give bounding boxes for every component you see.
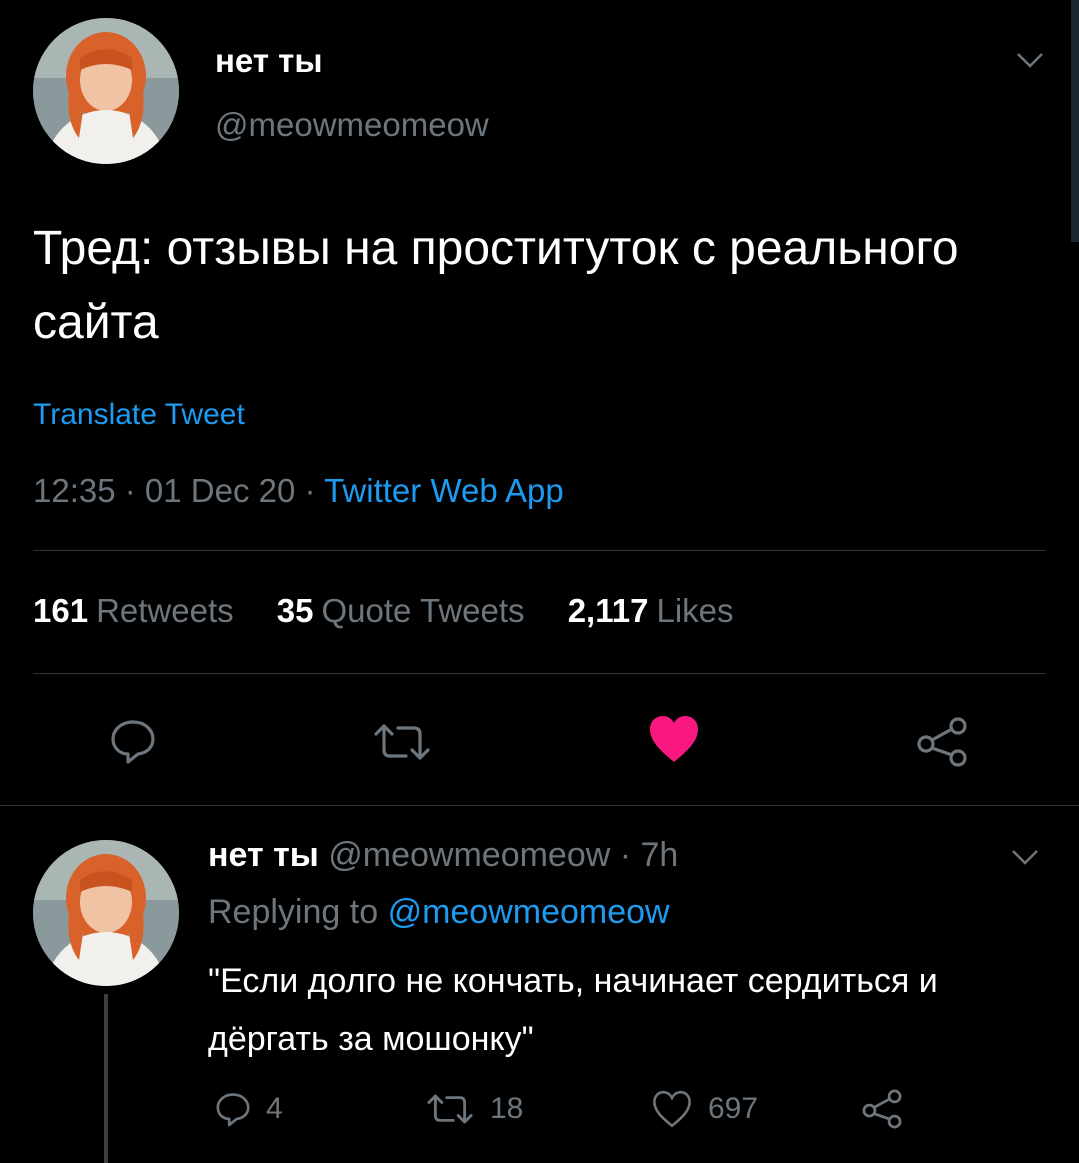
chevron-down-icon[interactable] [1015, 50, 1045, 70]
tweet-stats: 161 Retweets 35 Quote Tweets 2,117 Likes [33, 592, 768, 630]
translate-tweet-link[interactable]: Translate Tweet [33, 398, 245, 432]
divider [0, 805, 1079, 806]
chevron-down-icon[interactable] [1010, 847, 1040, 867]
tweet-page: нет ты @meowmeomeow Тред: отзывы на прос… [0, 0, 1079, 1163]
reply-icon[interactable] [108, 716, 158, 766]
reply-like-button[interactable]: 697 [650, 1090, 758, 1128]
tweet-meta: 12:35 · 01 Dec 20 · Twitter Web App [33, 472, 564, 510]
retweets-stat[interactable]: 161 Retweets [33, 592, 234, 629]
share-icon [862, 1089, 902, 1129]
reply-retweet-button[interactable]: 18 [424, 1090, 523, 1128]
reply-author-avatar[interactable] [33, 840, 179, 986]
header-separator: · [610, 836, 641, 874]
scrollbar[interactable] [1071, 0, 1079, 242]
replying-prefix: Replying to [208, 893, 379, 931]
reply-header: нет ты @meowmeomeow · 7h [208, 836, 678, 875]
retweet-icon [427, 1094, 473, 1124]
author-avatar[interactable] [33, 18, 179, 164]
thread-connector [104, 994, 108, 1163]
replying-to-mention[interactable]: @meowmeomeow [388, 893, 670, 931]
like-icon-filled[interactable] [648, 714, 700, 764]
reply-icon [216, 1093, 250, 1127]
retweet-icon[interactable] [370, 720, 434, 764]
tweet-time[interactable]: 12:35 [33, 472, 116, 509]
reply-text: "Если долго не кончать, начинает сердить… [208, 962, 938, 1058]
like-count: 697 [708, 1092, 759, 1125]
reply-age[interactable]: 7h [641, 836, 679, 874]
retweet-count: 18 [490, 1092, 524, 1125]
reply-author-handle[interactable]: @meowmeomeow [328, 836, 610, 874]
quote-tweets-stat[interactable]: 35 Quote Tweets [277, 592, 525, 629]
divider [33, 550, 1046, 551]
reply-count: 4 [266, 1092, 283, 1125]
author-display-name[interactable]: нет ты [215, 42, 323, 80]
author-handle[interactable]: @meowmeomeow [215, 106, 489, 144]
replying-to: Replying to @meowmeomeow [208, 893, 670, 932]
divider [33, 673, 1046, 674]
like-icon [653, 1090, 691, 1128]
reply-share-button[interactable] [860, 1089, 918, 1129]
share-icon[interactable] [914, 714, 970, 770]
meta-separator: · [115, 472, 145, 509]
reply-author-name[interactable]: нет ты [208, 836, 319, 874]
tweet-date[interactable]: 01 Dec 20 [145, 472, 295, 509]
meta-separator: · [295, 472, 325, 509]
likes-stat[interactable]: 2,117 Likes [568, 592, 734, 629]
tweet-source-link[interactable]: Twitter Web App [324, 472, 564, 509]
reply-reply-button[interactable]: 4 [214, 1090, 283, 1128]
tweet-text: Тред: отзывы на проституток с реального … [33, 222, 959, 349]
